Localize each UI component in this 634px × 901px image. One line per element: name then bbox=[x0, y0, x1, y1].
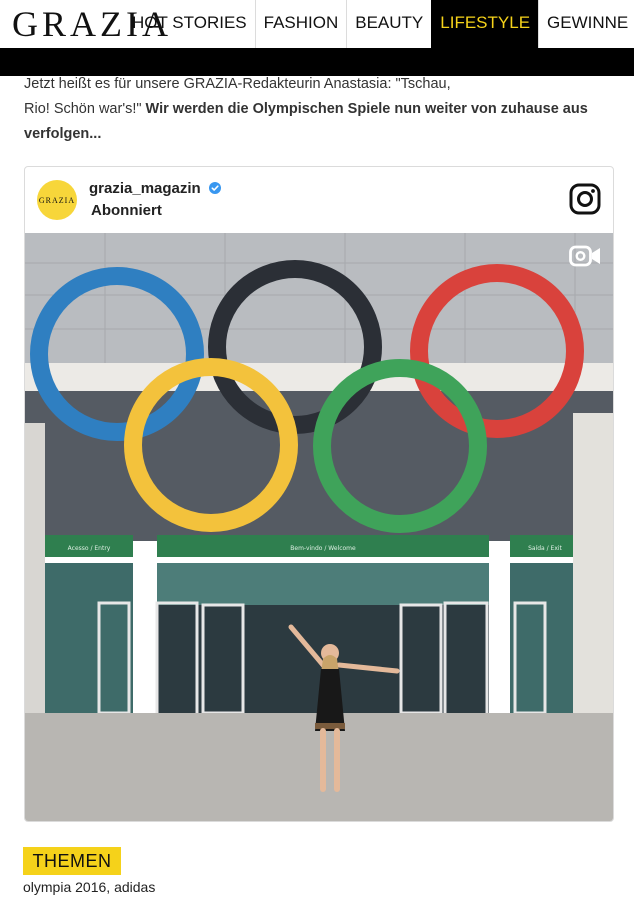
ceiling-beam bbox=[25, 363, 613, 391]
instagram-header: GRAZIA grazia_magazin Abonniert bbox=[25, 167, 613, 233]
username-text[interactable]: grazia_magazin bbox=[89, 180, 201, 197]
nav-item-lifestyle[interactable]: LIFESTYLE bbox=[431, 0, 539, 48]
ceiling bbox=[25, 233, 613, 363]
instagram-logo-icon[interactable] bbox=[569, 183, 601, 215]
window-left bbox=[45, 563, 133, 713]
themen-label: THEMEN bbox=[23, 847, 121, 875]
video-camera-icon bbox=[569, 245, 600, 267]
pillar-right bbox=[573, 413, 613, 763]
tag-separator: , bbox=[106, 879, 115, 895]
nav-item-beauty[interactable]: BEAUTY bbox=[346, 0, 431, 48]
nav-item-fashion[interactable]: FASHION bbox=[254, 0, 347, 48]
olympic-rings-photo: Acesso / Entry Bem-vindo / Welcome Saída… bbox=[25, 233, 613, 821]
instagram-username[interactable]: grazia_magazin bbox=[89, 180, 221, 197]
instagram-media[interactable]: Acesso / Entry Bem-vindo / Welcome Saída… bbox=[25, 233, 613, 821]
article-intro: Jetzt heißt es für unsere GRAZIA-Redakte… bbox=[24, 72, 624, 147]
intro-line-1: Jetzt heißt es für unsere GRAZIA-Redakte… bbox=[24, 76, 451, 92]
tag-link[interactable]: adidas bbox=[114, 879, 155, 895]
tag-list: olympia 2016, adidas bbox=[23, 879, 155, 895]
tag-link[interactable]: olympia 2016 bbox=[23, 879, 106, 895]
sign-left-text: Acesso / Entry bbox=[68, 545, 111, 552]
avatar[interactable]: GRAZIA bbox=[37, 180, 77, 220]
intro-line-3-bold: verfolgen... bbox=[24, 126, 102, 142]
sign-right-text: Saída / Exit bbox=[528, 545, 562, 552]
intro-line-2: Rio! Schön war's!" bbox=[24, 101, 146, 117]
pillar-left bbox=[25, 423, 45, 753]
main-menu: HOT STORIES FASHION BEAUTY LIFESTYLE GEW… bbox=[124, 0, 634, 48]
intro-line-2-bold: Wir werden die Olympischen Spiele nun we… bbox=[145, 101, 588, 117]
nav-item-gewinne[interactable]: GEWINNE bbox=[538, 0, 634, 48]
sign-center-text: Bem-vindo / Welcome bbox=[290, 545, 356, 552]
instagram-embed: GRAZIA grazia_magazin Abonniert Acesso /… bbox=[24, 166, 614, 822]
verified-badge-icon bbox=[208, 182, 221, 194]
nav-item-hot-stories[interactable]: HOT STORIES bbox=[124, 0, 255, 48]
follow-status-button[interactable]: Abonniert bbox=[91, 202, 162, 219]
top-navigation: GRAZIA HOT STORIES FASHION BEAUTY LIFEST… bbox=[0, 0, 634, 48]
